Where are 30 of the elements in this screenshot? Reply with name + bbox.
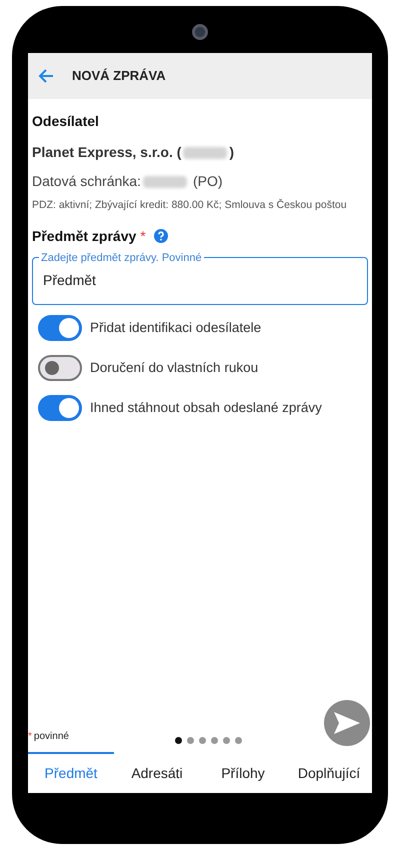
tab[interactable]: Předmět <box>28 752 114 793</box>
required-note: povinné <box>34 730 69 744</box>
redacted-text <box>142 176 187 188</box>
field-label: Zadejte předmět zprávy. Povinné <box>39 250 204 266</box>
field-heading: Předmět zprávy <box>32 226 136 246</box>
toggle-label: Doručení do vlastních rukou <box>90 358 258 377</box>
sender-details: PDZ: aktivní; Zbývající kredit: 880.00 Kč; Smlouva s Českou poštou <box>32 198 348 213</box>
back-arrow-icon <box>38 68 54 84</box>
subject-input[interactable]: Předmět <box>43 270 357 292</box>
tab[interactable]: Přílohy <box>200 752 286 793</box>
tab[interactable]: Doplňující <box>286 752 372 793</box>
toggle-label: Ihned stáhnout obsah odeslané zprávy <box>90 398 322 417</box>
send-icon <box>333 711 361 735</box>
sender-name: Planet Express, s.r.o. ( <box>32 143 182 162</box>
section-heading: Odesílatel <box>32 112 100 131</box>
required-mark: * <box>28 730 32 744</box>
databox-type: (PO) <box>192 172 223 191</box>
required-mark: * <box>140 226 146 246</box>
toggle-switch[interactable] <box>38 314 82 341</box>
toggle-switch[interactable] <box>38 394 82 421</box>
toggle-label: Přidat identifikaci odesílatele <box>90 318 262 337</box>
camera-icon <box>192 24 208 40</box>
send-button[interactable] <box>324 700 370 746</box>
databox-label: Datová schránka: <box>32 172 141 191</box>
toggle-switch[interactable] <box>38 354 82 381</box>
tab[interactable]: Adresáti <box>114 752 200 793</box>
closing-paren: ) <box>229 143 234 162</box>
help-icon[interactable] <box>154 229 168 244</box>
redacted-text <box>183 146 228 158</box>
screen-title: NOVÁ ZPRÁVA <box>72 67 166 86</box>
